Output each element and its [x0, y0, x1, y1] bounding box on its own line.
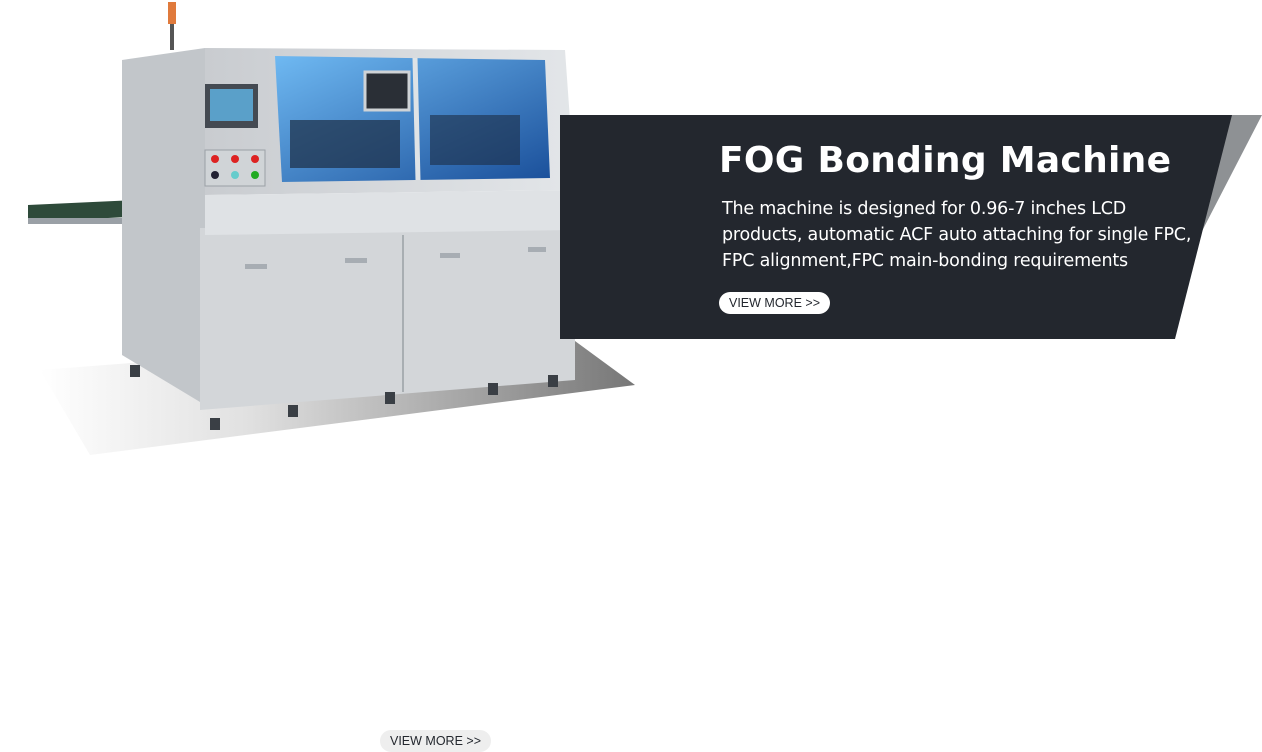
banner-description: The machine is designed for 0.96-7 inche…	[722, 199, 1192, 271]
hero-slide: FOG Bonding Machine The machine is desig…	[0, 0, 1262, 470]
fog-bonding-machine-image	[28, 2, 635, 455]
secondary-view-more-button[interactable]: VIEW MORE >>	[380, 730, 491, 752]
banner-title: FOG Bonding Machine	[719, 140, 1172, 181]
view-more-button[interactable]: VIEW MORE >>	[719, 292, 830, 314]
